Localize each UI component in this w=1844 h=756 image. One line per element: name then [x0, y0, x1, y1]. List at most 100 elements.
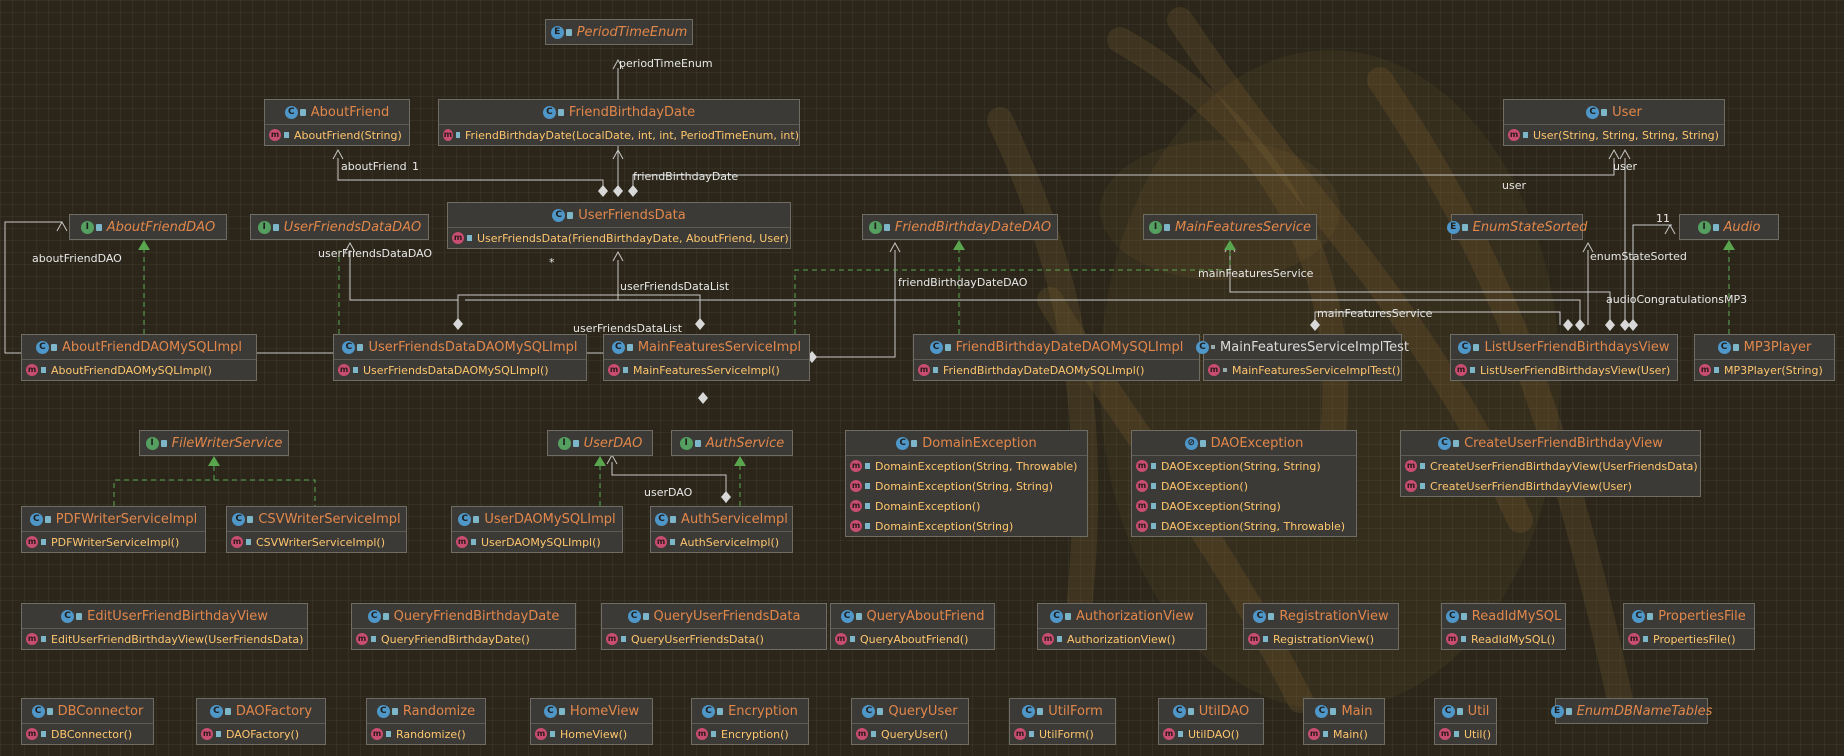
method-row[interactable]: m PDFWriterServiceImpl (): [22, 532, 205, 552]
friend-birthday-date-dao-my-sql-impl-class-box[interactable]: C FriendBirthdayDateDAOMySQLImpl m FriendBi…: [913, 334, 1200, 381]
method-row[interactable]: m Util (): [1435, 724, 1496, 744]
util-dao-class-box[interactable]: C UtilDAO m UtilDAO (): [1158, 698, 1264, 745]
period-time-enum-class-box[interactable]: E PeriodTimeEnum: [545, 19, 693, 45]
query-user-class-box[interactable]: C QueryUser m QueryUser (): [851, 698, 969, 745]
query-friend-birthday-date-class-box[interactable]: C QueryFriendBirthdayDate m QueryFriendBirt…: [351, 603, 576, 650]
db-connector-class-box[interactable]: C DBConnector m DBConnector (): [21, 698, 154, 745]
main-features-service-impl-class-box[interactable]: C MainFeaturesServiceImpl m MainFeaturesSer…: [603, 334, 810, 381]
user-dao-class-box[interactable]: I UserDAO: [547, 430, 653, 456]
method-row[interactable]: m Encryption (): [692, 724, 808, 744]
method-row[interactable]: m MainFeaturesServiceImpl (): [604, 360, 809, 380]
method-row[interactable]: m DomainException (String): [846, 516, 1087, 536]
method-row[interactable]: m Main (): [1304, 724, 1384, 744]
user-dao-my-sql-impl-class-box[interactable]: C UserDAOMySQLImpl m UserDAOMySQLImpl (): [451, 506, 623, 553]
query-user-friends-data-class-box[interactable]: C QueryUserFriendsData m QueryUserFriendsDa…: [601, 603, 827, 650]
query-about-friend-class-box[interactable]: C QueryAboutFriend m QueryAboutFriend (): [830, 603, 995, 650]
create-user-friend-birthday-view-class-box[interactable]: C CreateUserFriendBirthdayView m CreateUser…: [1400, 430, 1701, 497]
user-class-box[interactable]: C User m User (String, String, String, Strin…: [1503, 99, 1725, 146]
method-row[interactable]: m PropertiesFile (): [1624, 629, 1754, 649]
class-header: C ListUserFriendBirthdaysView: [1451, 335, 1677, 360]
dao-factory-class-box[interactable]: C DAOFactory m DAOFactory (): [196, 698, 326, 745]
method-row[interactable]: m QueryAboutFriend (): [831, 629, 994, 649]
method-row[interactable]: m DAOFactory (): [197, 724, 325, 744]
user-friends-data-dao-my-sql-impl-class-box[interactable]: C UserFriendsDataDAOMySQLImpl m UserFriends…: [333, 334, 587, 381]
properties-file-class-box[interactable]: C PropertiesFile m PropertiesFile (): [1623, 603, 1755, 650]
method-row[interactable]: m CSVWriterServiceImpl (): [227, 532, 406, 552]
class-badge-icon: C: [342, 340, 356, 354]
user-friends-data-class-box[interactable]: C UserFriendsData m UserFriendsData (FriendB…: [447, 202, 791, 249]
domain-exception-class-box[interactable]: C DomainException m DomainException (String…: [845, 430, 1088, 537]
method-row[interactable]: m DAOException (): [1132, 476, 1356, 496]
auth-service-class-box[interactable]: I AuthService: [671, 430, 793, 456]
method-name: EditUserFriendBirthdayView: [51, 632, 204, 646]
about-friend-dao-my-sql-impl-class-box[interactable]: C AboutFriendDAOMySQLImpl m AboutFriendDAOM…: [21, 334, 257, 381]
main-class-box[interactable]: C Main m Main (): [1303, 698, 1385, 745]
enum-state-sorted-class-box[interactable]: E EnumStateSorted: [1446, 214, 1587, 240]
method-row[interactable]: m FriendBirthdayDate (LocalDate, int, int,…: [439, 125, 799, 145]
about-friend-dao-class-box[interactable]: I AboutFriendDAO: [69, 214, 227, 240]
method-row[interactable]: m QueryUser (): [852, 724, 968, 744]
method-row[interactable]: m AboutFriendDAOMySQLImpl (): [22, 360, 256, 380]
class-kind-icon: E: [1446, 220, 1468, 234]
method-name: HomeView: [560, 727, 619, 741]
pdf-writer-service-impl-class-box[interactable]: C PDFWriterServiceImpl m PDFWriterServiceIm…: [21, 506, 206, 553]
method-row[interactable]: m DomainException (String, String): [846, 476, 1087, 496]
method-row[interactable]: m QueryFriendBirthdayDate (): [352, 629, 575, 649]
method-row[interactable]: m MP3Player (String): [1695, 360, 1834, 380]
method-row[interactable]: m HomeView (): [531, 724, 652, 744]
method-row[interactable]: m AuthorizationView (): [1038, 629, 1206, 649]
class-header: C FriendBirthdayDate: [439, 100, 799, 125]
method-row[interactable]: m ListUserFriendBirthdaysView (User): [1451, 360, 1677, 380]
method-row[interactable]: m UserFriendsData (FriendBirthdayDate, Abo…: [448, 228, 790, 248]
util-class-box[interactable]: C Util m Util (): [1434, 698, 1497, 745]
method-row[interactable]: m DAOException (String): [1132, 496, 1356, 516]
method-row[interactable]: m DBConnector (): [22, 724, 153, 744]
method-row[interactable]: m MainFeaturesServiceImplTest (): [1204, 360, 1401, 380]
about-friend-class-box[interactable]: C AboutFriend m AboutFriend (String): [264, 99, 410, 146]
method-row[interactable]: m AuthServiceImpl (): [651, 532, 792, 552]
enum-db-name-tables-class-box[interactable]: E EnumDBNameTables: [1550, 698, 1712, 724]
method-params: (): [1166, 632, 1176, 646]
read-id-my-sql-class-box[interactable]: C ReadIdMySQL m ReadIdMySQL (): [1441, 603, 1566, 650]
method-row[interactable]: m UserDAOMySQLImpl (): [452, 532, 622, 552]
authorization-view-class-box[interactable]: C AuthorizationView m AuthorizationView (): [1037, 603, 1207, 650]
method-row[interactable]: m UserFriendsDataDAOMySQLImpl (): [334, 360, 586, 380]
method-visibility-icon: [1029, 731, 1034, 737]
friend-birthday-date-dao-class-box[interactable]: I FriendBirthdayDateDAO: [862, 214, 1058, 240]
method-row[interactable]: m RegistrationView (): [1244, 629, 1398, 649]
method-row[interactable]: m DomainException (): [846, 496, 1087, 516]
mp3-player-class-box[interactable]: C MP3Player m MP3Player (String): [1694, 334, 1835, 381]
friend-birthday-date-class-box[interactable]: C FriendBirthdayDate m FriendBirthdayDate (L…: [438, 99, 800, 146]
main-features-service-impl-test-class-box[interactable]: C MainFeaturesServiceImplTest m MainFeature…: [1196, 334, 1409, 381]
encryption-class-box[interactable]: C Encryption m Encryption (): [691, 698, 809, 745]
dao-exception-class-box[interactable]: ⊘ DAOException m DAOException (String, Stri…: [1131, 430, 1357, 537]
main-features-service-class-box[interactable]: I MainFeaturesService: [1143, 214, 1317, 240]
method-row[interactable]: m DAOException (String, Throwable): [1132, 516, 1356, 536]
user-friends-data-dao-class-box[interactable]: I UserFriendsDataDAO: [250, 214, 429, 240]
method-row[interactable]: m QueryUserFriendsData (): [602, 629, 826, 649]
method-row[interactable]: m AboutFriend (String): [265, 125, 409, 145]
home-view-class-box[interactable]: C HomeView m HomeView (): [530, 698, 653, 745]
visibility-icon: [855, 612, 862, 620]
randomize-class-box[interactable]: C Randomize m Randomize (): [366, 698, 486, 745]
method-row[interactable]: m CreateUserFriendBirthdayView (User): [1401, 476, 1700, 496]
method-row[interactable]: m DomainException (String, Throwable): [846, 456, 1087, 476]
visibility-icon: [382, 612, 389, 620]
list-user-friend-birthdays-view-class-box[interactable]: C ListUserFriendBirthdaysView m ListUserFri…: [1450, 334, 1678, 381]
audio-class-box[interactable]: I Audio: [1679, 214, 1779, 240]
method-row[interactable]: m Randomize (): [367, 724, 485, 744]
method-row[interactable]: m FriendBirthdayDateDAOMySQLImpl (): [914, 360, 1199, 380]
method-row[interactable]: m ReadIdMySQL (): [1442, 629, 1565, 649]
csv-writer-service-impl-class-box[interactable]: C CSVWriterServiceImpl m CSVWriterServiceIm…: [226, 506, 407, 553]
auth-service-impl-class-box[interactable]: C AuthServiceImpl m AuthServiceImpl (): [650, 506, 793, 553]
file-writer-service-class-box[interactable]: I FileWriterService: [139, 430, 289, 456]
method-row[interactable]: m UtilDAO (): [1159, 724, 1263, 744]
method-row[interactable]: m DAOException (String, String): [1132, 456, 1356, 476]
edit-user-friend-birthday-view-class-box[interactable]: C EditUserFriendBirthdayView m EditUserFrie…: [21, 603, 308, 650]
registration-view-class-box[interactable]: C RegistrationView m RegistrationView (): [1243, 603, 1399, 650]
method-row[interactable]: m CreateUserFriendBirthdayView (UserFrien…: [1401, 456, 1700, 476]
util-form-class-box[interactable]: C UtilForm m UtilForm (): [1009, 698, 1116, 745]
method-row[interactable]: m UtilForm (): [1010, 724, 1115, 744]
method-row[interactable]: m User (String, String, String, String): [1504, 125, 1724, 145]
method-row[interactable]: m EditUserFriendBirthdayView (UserFriends…: [22, 629, 307, 649]
